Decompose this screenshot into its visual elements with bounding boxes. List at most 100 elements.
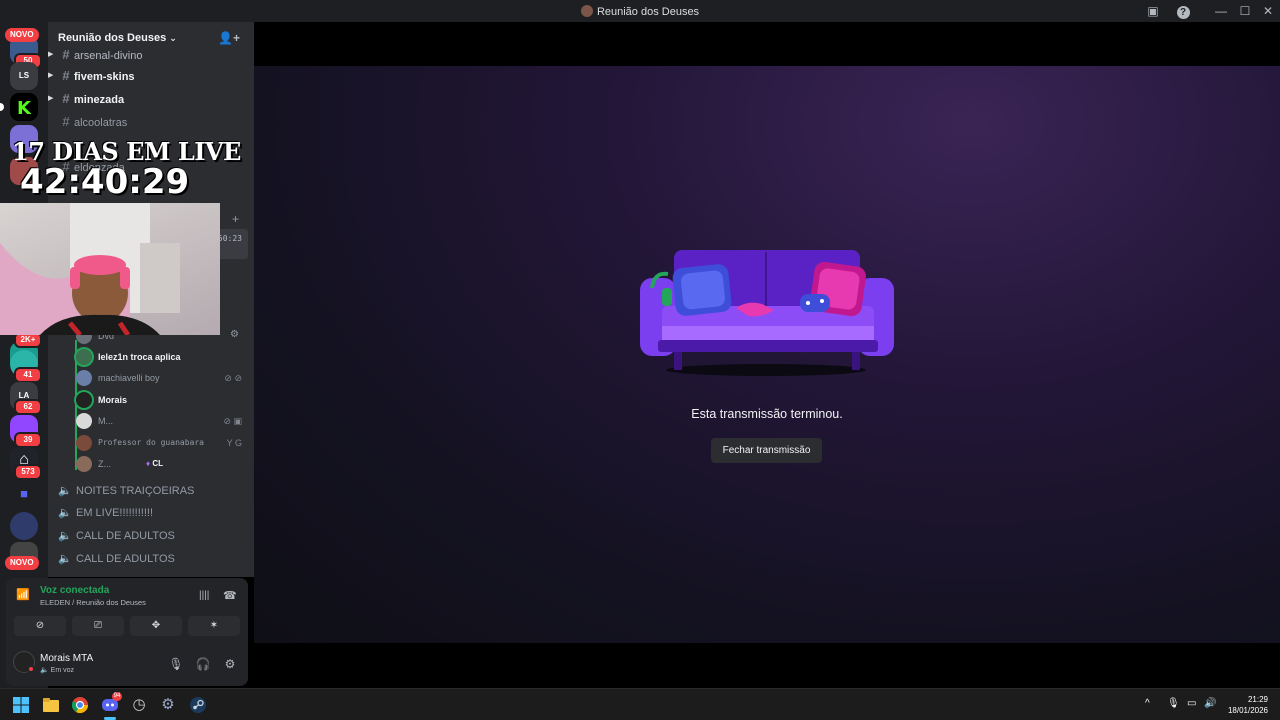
voice-user-name: Morais (98, 395, 128, 405)
server-name: Reunião dos Deuses (58, 32, 167, 44)
live-timer-overlay: 42:40:29 (20, 162, 190, 202)
voice-user-name: lelez1n troca aplica (98, 352, 181, 362)
voice-user-name: Z... (98, 459, 111, 469)
system-clock[interactable]: 21:29 18/01/2026 (1228, 694, 1268, 716)
voice-status: Voz conectada (40, 585, 110, 596)
help-icon[interactable]: ? (1175, 3, 1191, 19)
window-title-text: Reunião dos Deuses (596, 6, 700, 18)
activities-button[interactable]: ✥ (130, 616, 182, 636)
channel-alcoolatras[interactable]: # alcoolatras (58, 112, 248, 132)
user-status-text: Em voz (50, 667, 75, 674)
voice-user[interactable]: lelez1n troca aplica (76, 347, 246, 367)
avatar (76, 456, 92, 472)
share-screen-button[interactable]: ⎚ (72, 616, 124, 636)
inbox-icon[interactable]: ▣ (1145, 3, 1161, 19)
server-icon (580, 5, 593, 17)
server-icon-lagg[interactable]: LS (10, 62, 38, 90)
disconnect-icon[interactable]: ☎ (223, 589, 237, 602)
voice-user[interactable]: Z... ♦ CL (76, 454, 246, 474)
avatar (76, 370, 92, 386)
user-tag: ♦ CL (146, 454, 163, 474)
camera-off-button[interactable]: ⊘ (14, 616, 66, 636)
folder-icon (43, 698, 59, 712)
collapse-arrow-icon: ▶ (48, 72, 54, 79)
channel-fivem-skins[interactable]: ▶ # fivem-skins (48, 66, 248, 86)
voice-user-name: Professor do guanabara (98, 438, 204, 447)
chrome-icon[interactable] (71, 696, 89, 714)
close-stream-button[interactable]: Fechar transmissão (711, 438, 822, 463)
webcam-image (0, 203, 180, 335)
server-icon-tower[interactable]: ⌂ 573 (10, 447, 42, 480)
voice-user-name: M... (98, 416, 113, 426)
activity-icon: Y G (226, 438, 242, 448)
speaker-icon: 🔈 (58, 530, 72, 542)
hash-icon: # (62, 68, 70, 83)
empty-couch-illustration (638, 248, 896, 378)
avatar (76, 392, 92, 408)
settings-gear-icon[interactable]: ⚙ (221, 655, 239, 673)
avatar (76, 349, 92, 365)
noise-suppression-icon[interactable]: |||| (199, 590, 209, 601)
server-icon-twitch[interactable]: 39 (10, 415, 42, 448)
muted-deafened-icon: ⊘ ⊘ (224, 373, 242, 383)
microphone-tray-icon[interactable]: 🎙 (1167, 698, 1180, 709)
signal-icon: 📶 (16, 589, 30, 601)
folder-icon[interactable]: ■ (10, 480, 38, 508)
server-icon-lagg-2[interactable]: LA 62 (10, 382, 42, 415)
chrome-logo-icon (71, 697, 89, 714)
user-panel: Morais MTA 🔈 Em voz 🎙 🎧 ⚙ (6, 642, 248, 686)
unread-pill (0, 103, 4, 111)
hash-icon: # (62, 114, 70, 129)
server-icon-avatar[interactable] (10, 512, 38, 540)
voice-user[interactable]: Professor do guanabara Y G (76, 433, 246, 453)
clock-date: 18/01/2026 (1227, 706, 1268, 715)
settings-app-icon[interactable]: ⚙ (159, 696, 177, 714)
volume-icon[interactable]: 🔊 (1204, 698, 1216, 709)
user-name[interactable]: Morais MTA (40, 653, 93, 664)
voice-user[interactable]: Morais (76, 390, 246, 410)
discord-taskbar-icon[interactable]: 94 (101, 692, 122, 714)
speaker-icon: 🔈 (58, 485, 72, 497)
file-explorer-icon[interactable] (42, 696, 60, 714)
invite-people-icon[interactable]: 👤+ (218, 31, 240, 45)
voice-user-name: machiavelli boy (98, 373, 160, 383)
channel-arsenal-divino[interactable]: ▶ # arsenal-divino (48, 45, 248, 65)
show-hidden-icons-chevron-icon[interactable]: ^ (1145, 698, 1150, 709)
muted-icon: ⊘ ▣ (223, 416, 242, 426)
hash-icon: # (62, 47, 70, 62)
collapse-arrow-icon: ▶ (48, 95, 54, 102)
server-icon-kick[interactable]: K (0, 93, 38, 121)
add-channel-icon[interactable]: + (232, 212, 239, 226)
discord-notification-badge: 94 (112, 692, 122, 701)
svg-text:K: K (17, 98, 32, 119)
channel-minezada[interactable]: ▶ # minezada (48, 89, 248, 109)
stage-bottom-bar (254, 643, 1280, 688)
steam-icon[interactable] (189, 696, 207, 714)
voice-user[interactable]: M... ⊘ ▣ (76, 411, 246, 431)
voice-channel-em-live[interactable]: 🔈 EM LIVE!!!!!!!!!!! (58, 503, 248, 523)
voice-channel-call-adultos-2[interactable]: 🔈 CALL DE ADULTOS (58, 549, 248, 569)
start-windows-icon[interactable] (12, 696, 30, 714)
network-icon[interactable]: ▭ (1187, 698, 1196, 709)
minimize-icon[interactable]: — (1213, 3, 1229, 19)
maximize-icon[interactable]: ☐ (1237, 3, 1253, 19)
voice-channel-noites[interactable]: 🔈 NOITES TRAIÇOEIRAS (58, 481, 248, 501)
status-dot-icon (27, 665, 35, 673)
headphones-icon[interactable]: 🎧 (194, 655, 212, 673)
voice-channel-call-adultos-1[interactable]: 🔈 CALL DE ADULTOS (58, 526, 248, 546)
voice-location[interactable]: ELEDEN / Reunião dos Deuses (40, 598, 146, 607)
new-badge-top: NOVO (5, 28, 39, 42)
server-icon-chat[interactable]: 41 (10, 350, 42, 383)
new-badge-bottom: NOVO (5, 556, 39, 570)
voice-channel-label: CALL DE ADULTOS (76, 530, 175, 542)
webcam-overlay (0, 203, 220, 335)
collapse-arrow-icon: ▶ (48, 51, 54, 58)
clock-app-icon[interactable]: ◷ (130, 696, 148, 714)
voice-user[interactable]: machiavelli boy ⊘ ⊘ (76, 368, 246, 388)
soundboard-button[interactable]: ✶ (188, 616, 240, 636)
tag-icon: ♦ (146, 459, 151, 468)
microphone-icon[interactable]: 🎙 (167, 655, 185, 673)
channel-label: arsenal-divino (74, 50, 143, 62)
close-icon[interactable]: ✕ (1260, 3, 1276, 19)
chevron-down-icon: ⌄ (169, 33, 177, 43)
